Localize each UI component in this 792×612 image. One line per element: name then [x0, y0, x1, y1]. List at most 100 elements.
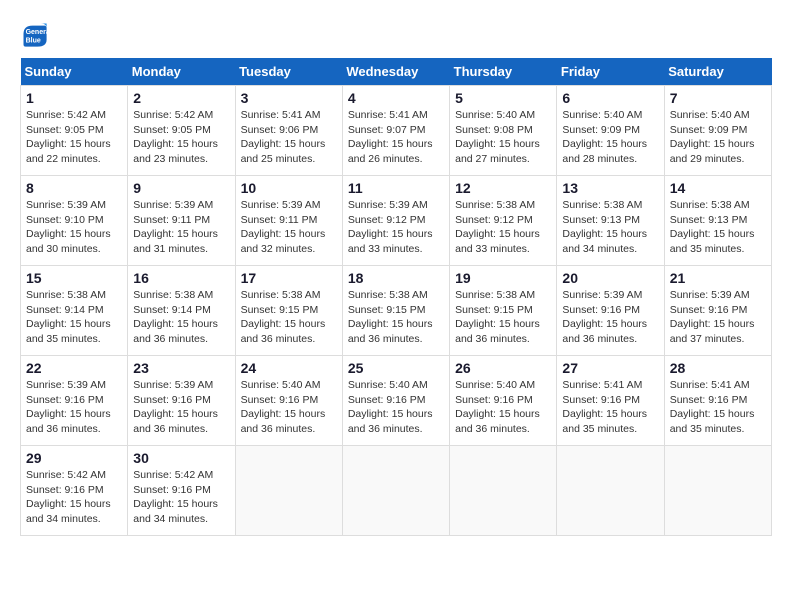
calendar-header: Sunday Monday Tuesday Wednesday Thursday… [21, 58, 772, 86]
day-number-5: 5 [455, 90, 551, 106]
day-number-11: 11 [348, 180, 444, 196]
calendar-day-26: 26Sunrise: 5:40 AMSunset: 9:16 PMDayligh… [450, 356, 557, 446]
empty-cell [557, 446, 664, 536]
empty-cell [342, 446, 449, 536]
header: General Blue [20, 20, 772, 48]
day-number-21: 21 [670, 270, 766, 286]
calendar-day-5: 5Sunrise: 5:40 AMSunset: 9:08 PMDaylight… [450, 86, 557, 176]
calendar-day-14: 14 Sunrise: 5:38 AMSunset: 9:13 PMDayligh… [664, 176, 771, 266]
day-info-11: Sunrise: 5:39 AMSunset: 9:12 PMDaylight:… [348, 198, 444, 257]
empty-cell [235, 446, 342, 536]
day-number-22: 22 [26, 360, 122, 376]
calendar-day-4: 4Sunrise: 5:41 AMSunset: 9:07 PMDaylight… [342, 86, 449, 176]
empty-cell [450, 446, 557, 536]
day-info-22: Sunrise: 5:39 AMSunset: 9:16 PMDaylight:… [26, 378, 122, 437]
header-monday: Monday [128, 58, 235, 86]
day-info-25: Sunrise: 5:40 AMSunset: 9:16 PMDaylight:… [348, 378, 444, 437]
calendar-day-21: 21 Sunrise: 5:39 AMSunset: 9:16 PMDayligh… [664, 266, 771, 356]
calendar-body: 1Sunrise: 5:42 AMSunset: 9:05 PMDaylight… [21, 86, 772, 536]
day-number-7: 7 [670, 90, 766, 106]
header-thursday: Thursday [450, 58, 557, 86]
calendar-day-1: 1Sunrise: 5:42 AMSunset: 9:05 PMDaylight… [21, 86, 128, 176]
calendar-day-17: 17Sunrise: 5:38 AMSunset: 9:15 PMDayligh… [235, 266, 342, 356]
empty-cell [664, 446, 771, 536]
calendar-day-13: 13 Sunrise: 5:38 AMSunset: 9:13 PMDayligh… [557, 176, 664, 266]
day-info-28: Sunrise: 5:41 AMSunset: 9:16 PMDaylight:… [670, 378, 766, 437]
day-info-20: Sunrise: 5:39 AMSunset: 9:16 PMDaylight:… [562, 288, 658, 347]
day-info-12: Sunrise: 5:38 AMSunset: 9:12 PMDaylight:… [455, 198, 551, 257]
day-number-16: 16 [133, 270, 229, 286]
calendar-day-29: 29 Sunrise: 5:42 AMSunset: 9:16 PMDayligh… [21, 446, 128, 536]
day-number-2: 2 [133, 90, 229, 106]
calendar-day-12: 12 Sunrise: 5:38 AMSunset: 9:12 PMDayligh… [450, 176, 557, 266]
calendar-week-row: 1Sunrise: 5:42 AMSunset: 9:05 PMDaylight… [21, 86, 772, 176]
calendar-day-15: 15 Sunrise: 5:38 AMSunset: 9:14 PMDayligh… [21, 266, 128, 356]
day-number-15: 15 [26, 270, 122, 286]
day-number-19: 19 [455, 270, 551, 286]
day-number-14: 14 [670, 180, 766, 196]
calendar-table: Sunday Monday Tuesday Wednesday Thursday… [20, 58, 772, 536]
calendar-day-20: 20 Sunrise: 5:39 AMSunset: 9:16 PMDayligh… [557, 266, 664, 356]
calendar-day-10: 10Sunrise: 5:39 AMSunset: 9:11 PMDayligh… [235, 176, 342, 266]
calendar-week-row: 8 Sunrise: 5:39 AMSunset: 9:10 PMDaylight… [21, 176, 772, 266]
header-friday: Friday [557, 58, 664, 86]
day-number-29: 29 [26, 450, 122, 466]
day-info-1: Sunrise: 5:42 AMSunset: 9:05 PMDaylight:… [26, 108, 122, 167]
calendar-day-27: 27 Sunrise: 5:41 AMSunset: 9:16 PMDayligh… [557, 356, 664, 446]
day-info-6: Sunrise: 5:40 AMSunset: 9:09 PMDaylight:… [562, 108, 658, 167]
day-number-20: 20 [562, 270, 658, 286]
day-info-2: Sunrise: 5:42 AMSunset: 9:05 PMDaylight:… [133, 108, 229, 167]
day-info-29: Sunrise: 5:42 AMSunset: 9:16 PMDaylight:… [26, 468, 122, 527]
calendar-day-25: 25 Sunrise: 5:40 AMSunset: 9:16 PMDayligh… [342, 356, 449, 446]
day-info-16: Sunrise: 5:38 AMSunset: 9:14 PMDaylight:… [133, 288, 229, 347]
calendar-day-28: 28 Sunrise: 5:41 AMSunset: 9:16 PMDayligh… [664, 356, 771, 446]
logo-icon: General Blue [20, 20, 48, 48]
calendar-day-8: 8 Sunrise: 5:39 AMSunset: 9:10 PMDaylight… [21, 176, 128, 266]
day-number-12: 12 [455, 180, 551, 196]
calendar-day-6: 6 Sunrise: 5:40 AMSunset: 9:09 PMDaylight… [557, 86, 664, 176]
day-info-7: Sunrise: 5:40 AMSunset: 9:09 PMDaylight:… [670, 108, 766, 167]
calendar-day-30: 30 Sunrise: 5:42 AMSunset: 9:16 PMDayligh… [128, 446, 235, 536]
calendar-day-9: 9 Sunrise: 5:39 AMSunset: 9:11 PMDaylight… [128, 176, 235, 266]
day-number-13: 13 [562, 180, 658, 196]
calendar-day-3: 3 Sunrise: 5:41 AMSunset: 9:06 PMDaylight… [235, 86, 342, 176]
calendar-week-row: 29 Sunrise: 5:42 AMSunset: 9:16 PMDayligh… [21, 446, 772, 536]
day-number-9: 9 [133, 180, 229, 196]
day-info-13: Sunrise: 5:38 AMSunset: 9:13 PMDaylight:… [562, 198, 658, 257]
day-info-10: Sunrise: 5:39 AMSunset: 9:11 PMDaylight:… [241, 198, 337, 257]
header-sunday: Sunday [21, 58, 128, 86]
day-number-6: 6 [562, 90, 658, 106]
day-info-19: Sunrise: 5:38 AMSunset: 9:15 PMDaylight:… [455, 288, 551, 347]
day-number-18: 18 [348, 270, 444, 286]
header-tuesday: Tuesday [235, 58, 342, 86]
day-info-9: Sunrise: 5:39 AMSunset: 9:11 PMDaylight:… [133, 198, 229, 257]
day-number-30: 30 [133, 450, 229, 466]
day-info-3: Sunrise: 5:41 AMSunset: 9:06 PMDaylight:… [241, 108, 337, 167]
day-info-21: Sunrise: 5:39 AMSunset: 9:16 PMDaylight:… [670, 288, 766, 347]
day-number-8: 8 [26, 180, 122, 196]
calendar-week-row: 15 Sunrise: 5:38 AMSunset: 9:14 PMDayligh… [21, 266, 772, 356]
day-number-23: 23 [133, 360, 229, 376]
calendar-day-23: 23 Sunrise: 5:39 AMSunset: 9:16 PMDayligh… [128, 356, 235, 446]
day-info-18: Sunrise: 5:38 AMSunset: 9:15 PMDaylight:… [348, 288, 444, 347]
header-saturday: Saturday [664, 58, 771, 86]
header-wednesday: Wednesday [342, 58, 449, 86]
day-info-23: Sunrise: 5:39 AMSunset: 9:16 PMDaylight:… [133, 378, 229, 437]
day-number-27: 27 [562, 360, 658, 376]
calendar-day-7: 7 Sunrise: 5:40 AMSunset: 9:09 PMDaylight… [664, 86, 771, 176]
day-info-30: Sunrise: 5:42 AMSunset: 9:16 PMDaylight:… [133, 468, 229, 527]
calendar-day-18: 18 Sunrise: 5:38 AMSunset: 9:15 PMDayligh… [342, 266, 449, 356]
svg-text:Blue: Blue [26, 37, 41, 44]
day-info-27: Sunrise: 5:41 AMSunset: 9:16 PMDaylight:… [562, 378, 658, 437]
logo: General Blue [20, 20, 52, 48]
day-number-4: 4 [348, 90, 444, 106]
day-number-28: 28 [670, 360, 766, 376]
calendar-day-22: 22 Sunrise: 5:39 AMSunset: 9:16 PMDayligh… [21, 356, 128, 446]
day-info-8: Sunrise: 5:39 AMSunset: 9:10 PMDaylight:… [26, 198, 122, 257]
day-info-26: Sunrise: 5:40 AMSunset: 9:16 PMDaylight:… [455, 378, 551, 437]
day-info-15: Sunrise: 5:38 AMSunset: 9:14 PMDaylight:… [26, 288, 122, 347]
day-number-3: 3 [241, 90, 337, 106]
day-number-25: 25 [348, 360, 444, 376]
day-info-17: Sunrise: 5:38 AMSunset: 9:15 PMDaylight:… [241, 288, 337, 347]
day-info-14: Sunrise: 5:38 AMSunset: 9:13 PMDaylight:… [670, 198, 766, 257]
